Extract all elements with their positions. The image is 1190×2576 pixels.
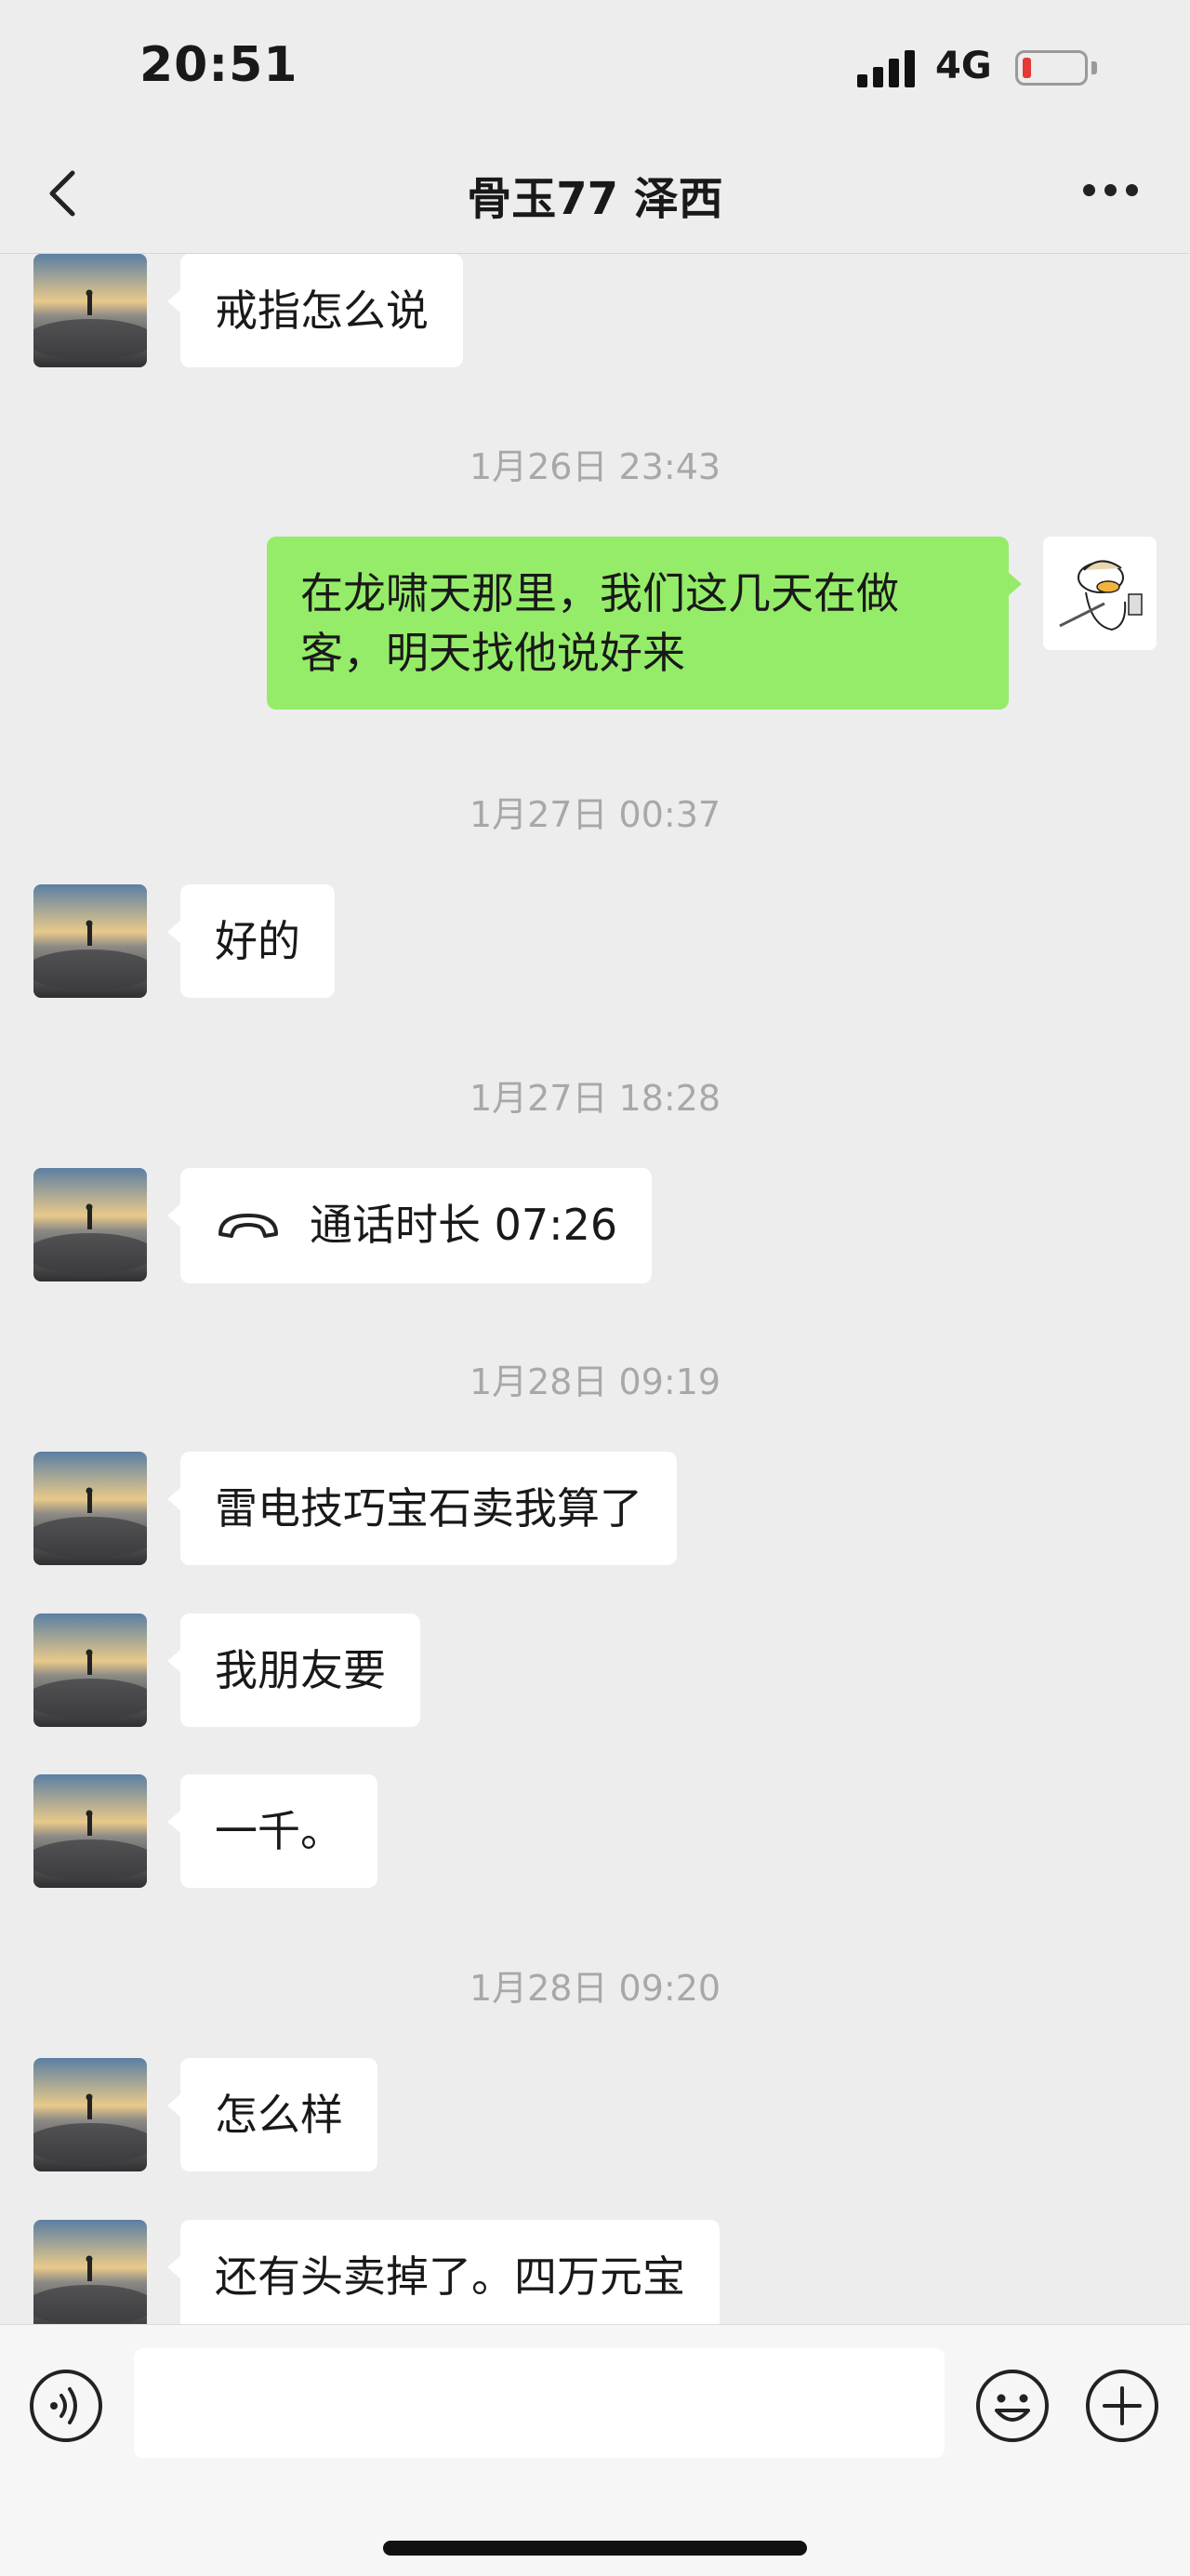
network-label: 4G [935, 45, 992, 87]
timestamp: 1月28日 09:20 [469, 1968, 721, 2009]
contact-avatar[interactable] [33, 1168, 147, 1281]
call-duration-text: 通话时长 07:26 [310, 1200, 618, 1250]
message-text: 怎么样 [215, 2090, 343, 2140]
timestamp: 1月27日 00:37 [469, 794, 721, 835]
status-bar: 20:51 4G [0, 0, 1190, 139]
emoji-icon[interactable] [974, 2368, 1051, 2444]
battery-cap [1091, 61, 1097, 74]
message-text: 还有头卖掉了。四万元宝 [215, 2251, 685, 2302]
signal-icon [857, 46, 915, 87]
message-text: 雷电技巧宝石卖我算了 [215, 1483, 642, 1534]
message-text: 戒指怎么说 [215, 285, 429, 336]
message-text-line: 客，明天找他说好来 [300, 628, 685, 678]
message-bubble-sent[interactable]: 在龙啸天那里，我们这几天在做 客，明天找他说好来 [267, 537, 1022, 710]
phone-hangup-icon [218, 1214, 278, 1238]
message-text-line: 在龙啸天那里，我们这几天在做 [300, 568, 899, 618]
message-text: 一千。 [215, 1806, 343, 1856]
contact-avatar[interactable] [33, 254, 147, 367]
chat-title: 骨玉77 泽西 [467, 173, 723, 225]
timestamp: 1月28日 09:19 [469, 1361, 721, 1402]
contact-avatar[interactable] [33, 2058, 147, 2171]
home-indicator[interactable] [383, 2541, 807, 2556]
my-avatar[interactable] [1043, 537, 1157, 650]
message-input[interactable] [134, 2348, 945, 2458]
contact-avatar[interactable] [33, 2220, 147, 2324]
message-bubble[interactable]: 戒指怎么说 [167, 254, 463, 367]
contact-avatar[interactable] [33, 1613, 147, 1727]
battery-icon [1015, 50, 1088, 86]
message-list[interactable]: 戒指怎么说 1月26日 23:43 在龙啸天那里，我们这几天在做 客，明天找他说… [0, 254, 1190, 2324]
timestamp: 1月27日 18:28 [469, 1078, 721, 1119]
contact-avatar[interactable] [33, 1452, 147, 1565]
message-bubble[interactable]: 还有头卖掉了。四万元宝 [167, 2220, 720, 2324]
contact-avatar[interactable] [33, 1774, 147, 1888]
timestamp: 1月26日 23:43 [469, 446, 721, 487]
contact-avatar[interactable] [33, 884, 147, 998]
chat-header: 骨玉77 泽西 [0, 139, 1190, 254]
message-bubble[interactable]: 好的 [167, 884, 335, 998]
status-time: 20:51 [139, 37, 298, 93]
voice-icon[interactable] [28, 2368, 104, 2444]
more-dots-icon[interactable] [1083, 184, 1139, 197]
message-text: 好的 [215, 916, 300, 966]
chat-input-bar [0, 2324, 1190, 2576]
message-bubble[interactable]: 怎么样 [167, 2058, 377, 2171]
plus-icon[interactable] [1084, 2368, 1160, 2444]
message-bubble[interactable]: 我朋友要 [167, 1613, 420, 1727]
message-bubble[interactable]: 雷电技巧宝石卖我算了 [167, 1452, 677, 1565]
message-bubble[interactable]: 一千。 [167, 1774, 377, 1888]
battery-level [1023, 58, 1031, 78]
call-record-bubble[interactable]: 通话时长 07:26 [166, 1168, 653, 1283]
message-text: 我朋友要 [215, 1645, 386, 1695]
